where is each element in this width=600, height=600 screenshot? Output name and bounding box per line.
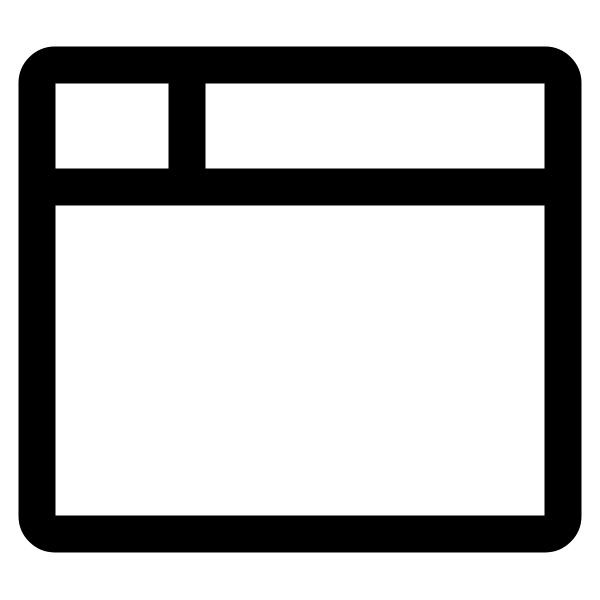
browser-window-icon xyxy=(18,46,582,553)
icon-canvas xyxy=(0,0,600,600)
window-frame xyxy=(18,46,582,553)
